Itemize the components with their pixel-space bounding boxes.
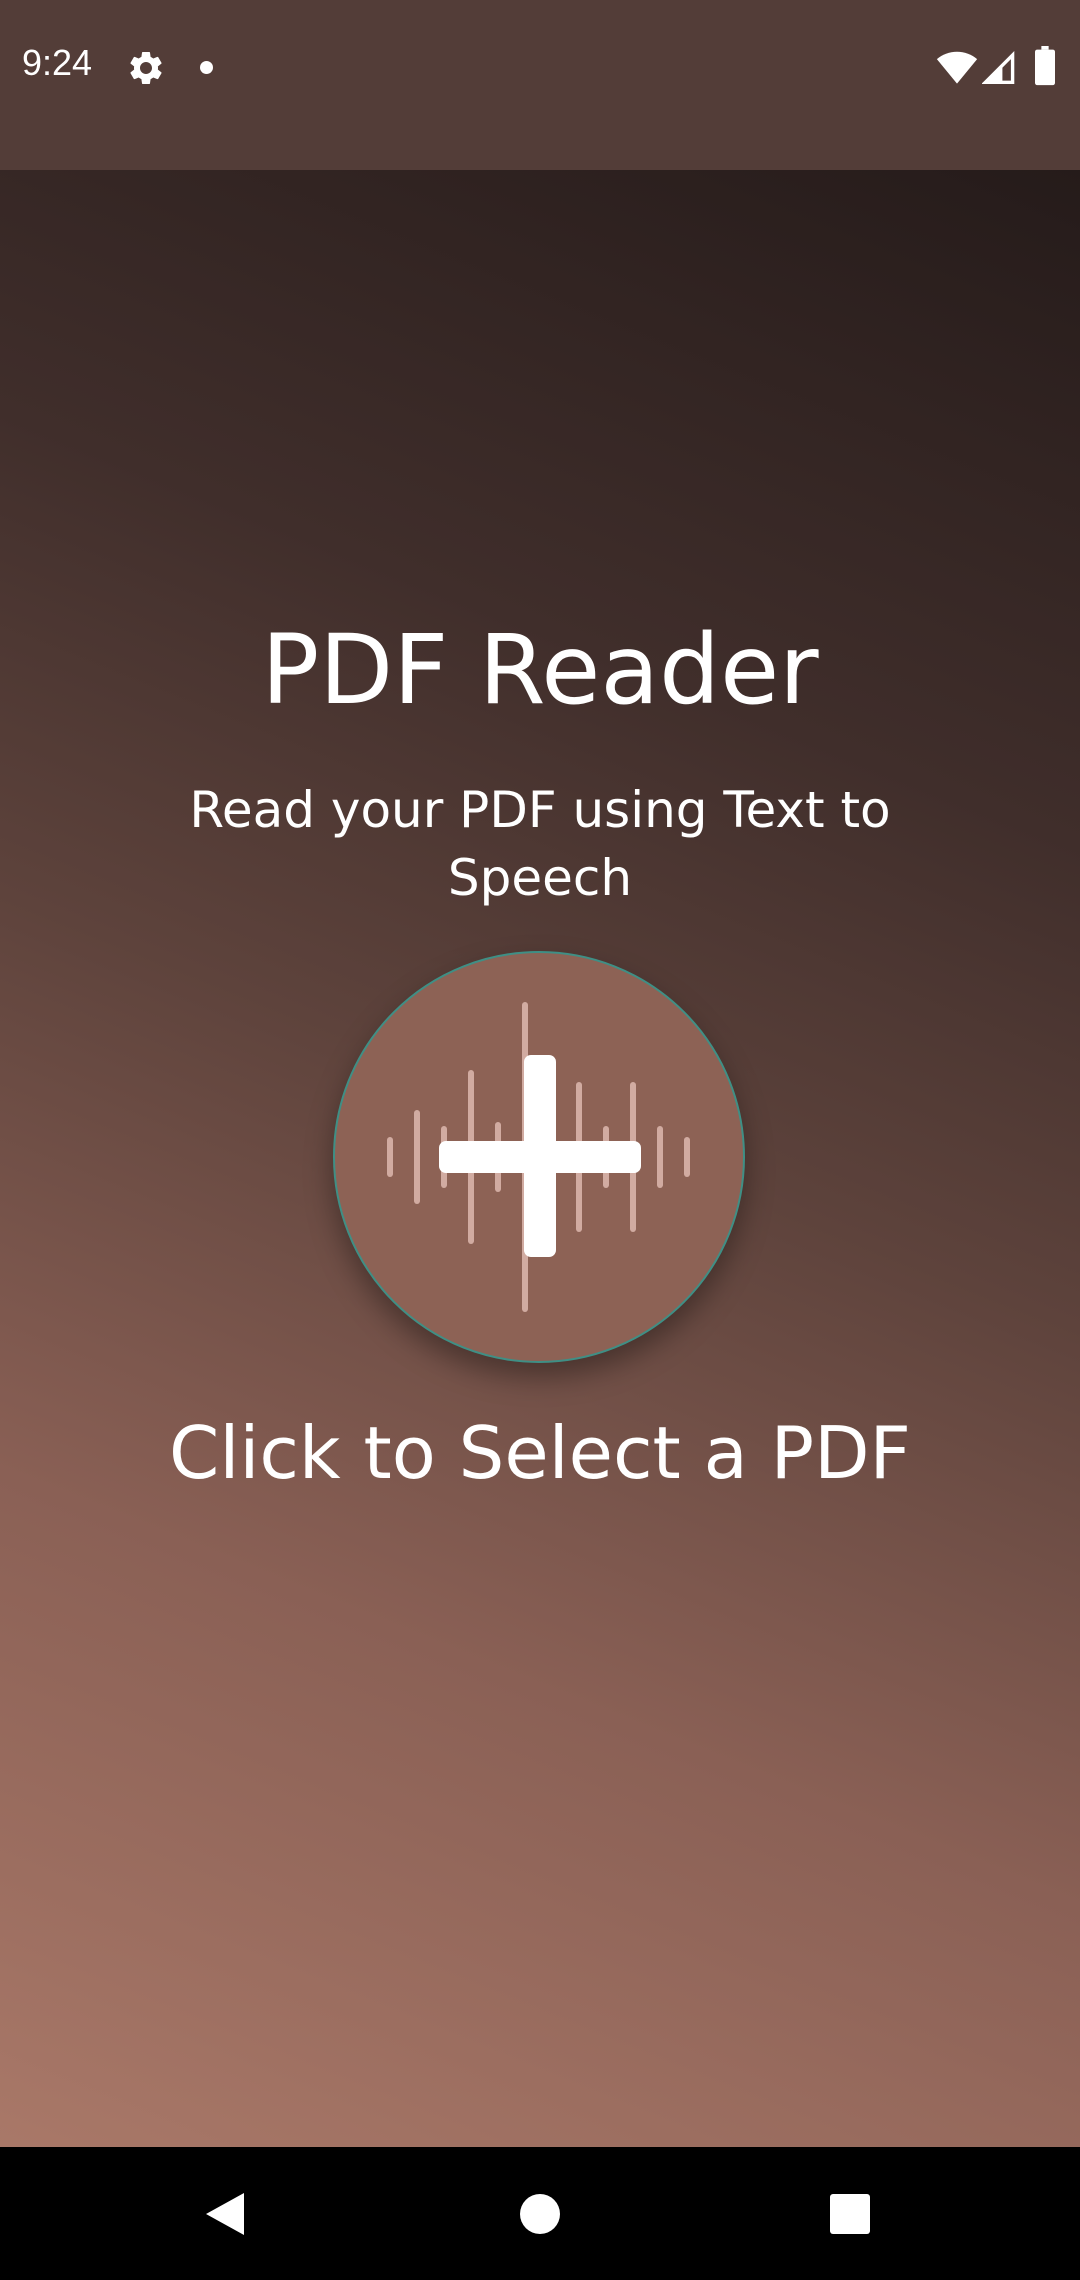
navigation-bar [0,2147,1080,2280]
status-time: 9:24 [22,42,93,83]
wifi-icon [936,51,978,84]
page-subtitle: Read your PDF using Text to Speech [189,781,891,907]
select-pdf-label[interactable]: Click to Select a PDF [0,1410,1080,1496]
page-title: PDF Reader [261,614,819,726]
home-button[interactable] [460,2147,620,2280]
battery-icon [1035,46,1055,86]
app-screen: 9:24 PDF Reader Read your PDF using Text… [0,0,1080,2280]
recents-button[interactable] [770,2147,930,2280]
recents-icon [830,2193,870,2234]
status-bar: 9:24 [0,0,1080,170]
gear-icon [130,51,162,84]
add-audio-waveform-icon [387,1002,690,1312]
main-content: PDF Reader Read your PDF using Text to S… [0,170,1080,2147]
home-icon [520,2193,560,2234]
notification-dot-icon [200,61,213,74]
cell-signal-icon [982,50,1015,84]
select-pdf-button[interactable] [333,951,745,1363]
back-button[interactable] [146,2147,306,2280]
back-icon [206,2192,244,2235]
